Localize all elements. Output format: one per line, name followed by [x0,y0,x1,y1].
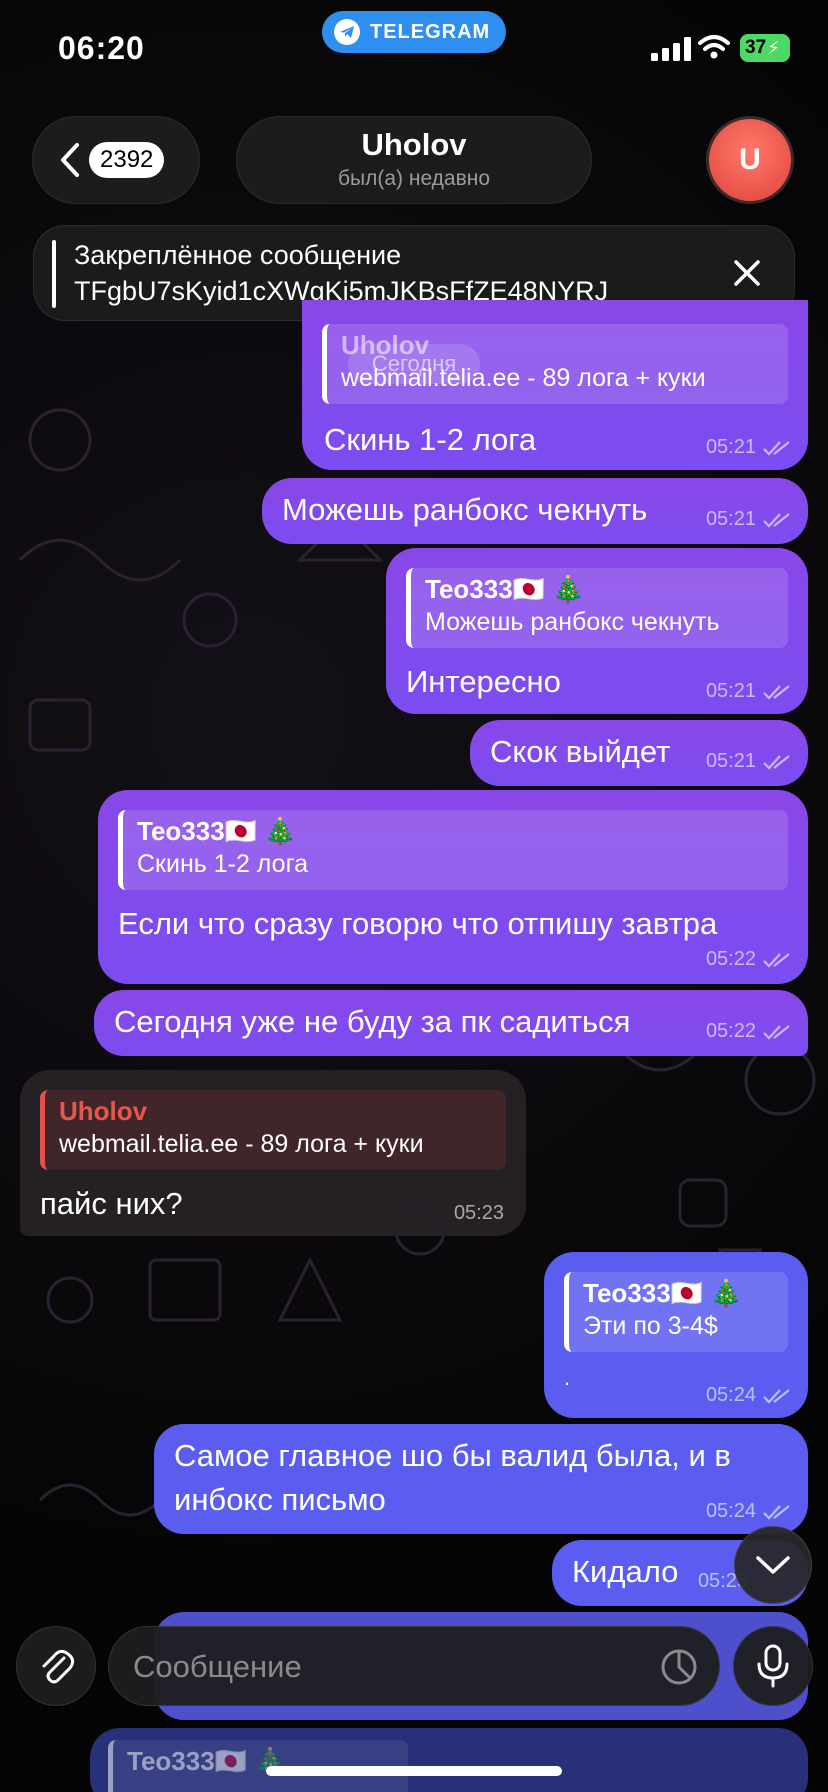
charging-icon: ⚡ [767,37,780,58]
status-bar: 06:20 TELEGRAM 37 ⚡ [0,0,828,100]
message-input[interactable]: Сообщение [108,1626,720,1706]
message-bubble-outgoing[interactable]: Teo333🇯🇵 🎄 [90,1728,808,1792]
message-meta: 05:21 [706,680,792,703]
message-bubble-incoming[interactable]: Uholov webmail.telia.ee - 89 лога + куки… [20,1070,526,1236]
message-time: 05:21 [705,508,756,530]
message-time: 05:22 [705,1020,756,1042]
message-text: . [564,1365,571,1390]
reply-quote-name: Teo333🇯🇵 🎄 [127,1746,287,1776]
home-indicator [266,1766,562,1776]
message-time: 05:22 [705,948,756,970]
microphone-icon [757,1644,789,1688]
signal-icon [651,37,691,61]
chevron-down-icon [756,1556,790,1574]
read-check-icon [763,952,790,968]
chevron-left-icon [61,143,79,177]
message-bubble-outgoing[interactable]: Сегодня уже не буду за пк садиться 05:22 [94,990,808,1056]
wifi-icon [698,35,730,59]
message-text: Кидало [572,1554,679,1589]
date-pill: Сегодня [348,344,480,384]
pinned-label: Закреплённое сообщение [74,240,402,270]
reply-quote[interactable]: Teo333🇯🇵 🎄 Эти по 3-4$ [564,1272,788,1352]
message-time: 05:23 [453,1202,504,1224]
message-text: Если что сразу говорю что отпишу завтра [118,906,718,941]
pinned-accent-bar [52,240,56,308]
read-check-icon [763,1024,790,1040]
message-text: Скинь 1-2 лога [324,422,537,457]
message-meta: 05:22 [706,1020,792,1043]
reply-quote-text: Скинь 1-2 лога [137,850,309,878]
attach-button[interactable] [16,1626,96,1706]
message-text: Сегодня уже не буду за пк садиться [114,1004,631,1039]
reply-quote-text: Можешь ранбокс чекнуть [425,608,720,636]
message-bubble-outgoing[interactable]: Teo333🇯🇵 🎄 Эти по 3-4$ . 05:24 [544,1252,808,1418]
reply-quote-text: webmail.telia.ee - 89 лога + куки [59,1130,424,1158]
status-time: 06:20 [58,30,145,66]
message-text-line: Самое главное шо бы валид была, и в [174,1438,731,1473]
read-check-icon [763,512,790,528]
message-meta: 05:22 [706,948,792,971]
message-time: 05:21 [705,750,756,772]
message-text-line: инбокс письмо [174,1482,386,1517]
chat-title: Uholov [361,127,467,162]
paperclip-icon [42,1649,75,1684]
chat-last-seen: был(а) недавно [337,167,491,190]
avatar[interactable]: U [706,116,794,204]
message-time: 05:21 [705,680,756,702]
reply-quote-name: Teo333🇯🇵 🎄 [583,1278,743,1308]
scroll-to-bottom-button[interactable] [734,1526,812,1604]
reply-quote-name: Teo333🇯🇵 🎄 [425,574,585,604]
message-meta: 05:24 [706,1384,792,1407]
message-time: 05:21 [705,436,756,458]
close-icon[interactable] [730,256,764,290]
message-text: Скок выйдет [490,734,671,769]
back-button[interactable]: 2392 [32,116,200,204]
telegram-app-pill[interactable]: TELEGRAM [322,11,506,53]
reply-quote[interactable]: Teo333🇯🇵 🎄 Можешь ранбокс чекнуть [406,568,788,648]
telegram-icon [334,19,360,45]
reply-quote-name: Teo333🇯🇵 🎄 [137,816,297,846]
reply-quote[interactable]: Teo333🇯🇵 🎄 Скинь 1-2 лога [118,810,788,890]
message-meta: 05:21 [706,508,792,531]
message-bubble-outgoing[interactable]: Teo333🇯🇵 🎄 Можешь ранбокс чекнуть Интере… [386,548,808,714]
message-time: 05:24 [705,1500,756,1522]
reply-quote[interactable]: Uholov webmail.telia.ee - 89 лога + куки [40,1090,506,1170]
unread-count-badge: 2392 [89,142,165,178]
message-input-placeholder: Сообщение [133,1649,302,1684]
message-text: Можешь ранбокс чекнуть [282,492,648,527]
message-meta: 05:24 [706,1500,792,1523]
avatar-letter: U [739,143,761,176]
reply-quote-name: Uholov [59,1096,148,1126]
read-check-icon [763,754,790,770]
read-check-icon [763,684,790,700]
message-bubble-outgoing[interactable]: Скок выйдет 05:21 [470,720,808,786]
message-bubble-outgoing[interactable]: Uholov webmail.telia.ee - 89 лога + куки… [302,300,808,470]
reply-quote-text: Эти по 3-4$ [583,1312,718,1340]
voice-record-button[interactable] [733,1626,813,1706]
read-check-icon [763,440,790,456]
sticker-icon[interactable] [659,1647,699,1687]
message-meta: 05:21 [706,436,792,459]
message-text: Интересно [406,664,561,699]
message-bubble-outgoing[interactable]: Самое главное шо бы валид была, и в инбо… [154,1424,808,1534]
app-pill-label: TELEGRAM [370,20,491,43]
message-text: пайс них? [40,1186,183,1221]
message-meta: 05:23 [454,1202,504,1225]
message-bubble-outgoing[interactable]: Можешь ранбокс чекнуть 05:21 [262,478,808,544]
battery-indicator: 37 ⚡ [740,34,790,62]
read-check-icon [763,1504,790,1520]
message-time: 05:24 [705,1384,756,1406]
message-bubble-outgoing[interactable]: Teo333🇯🇵 🎄 Скинь 1-2 лога Если что сразу… [98,790,808,984]
message-meta: 05:21 [706,750,792,773]
chat-title-button[interactable]: Uholov был(а) недавно [236,116,592,204]
read-check-icon [763,1388,790,1404]
battery-level: 37 [745,37,767,58]
